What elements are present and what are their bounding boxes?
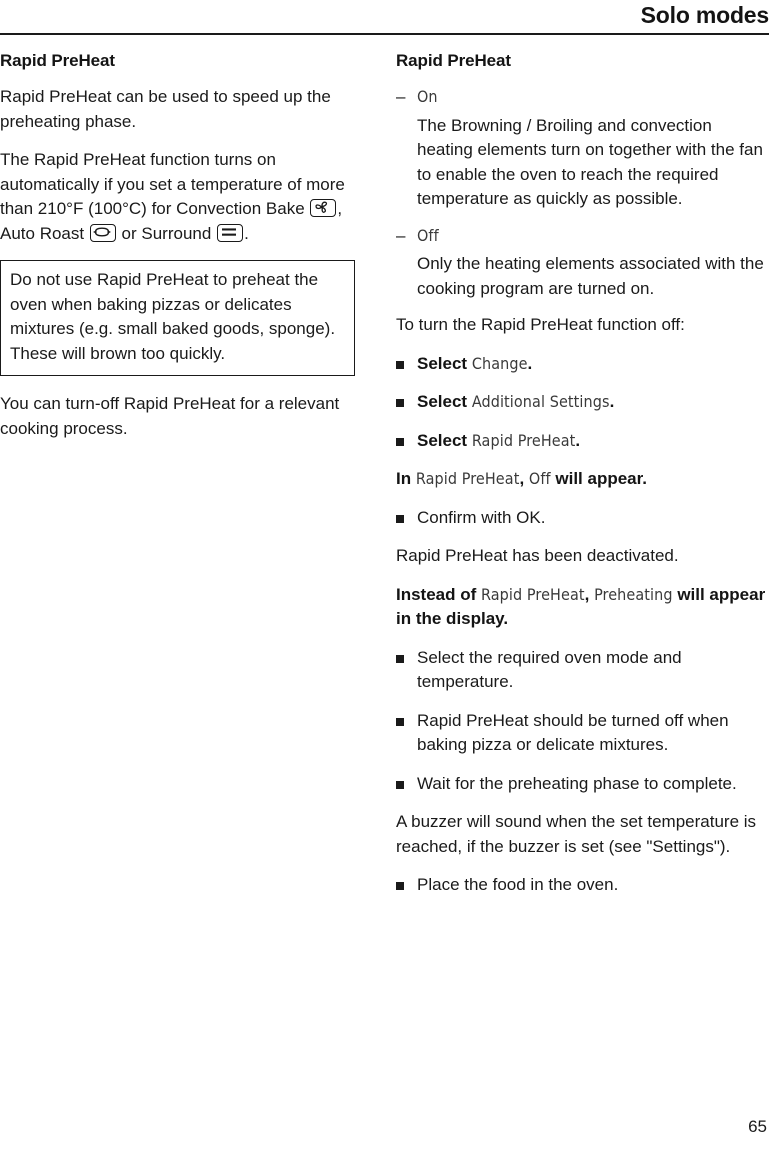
step-select-oven-mode-text: Select the required oven mode and temper… bbox=[417, 647, 682, 692]
mode-option-list: – On The Browning / Broiling and convect… bbox=[396, 85, 769, 301]
step-tail: . bbox=[527, 353, 533, 373]
left-paragraph-2: The Rapid PreHeat function turns on auto… bbox=[0, 148, 355, 246]
square-bullet-icon bbox=[396, 709, 417, 726]
mode-option-off-label: Off bbox=[417, 225, 439, 245]
surround-heat-icon bbox=[217, 223, 244, 242]
page-header: Solo modes bbox=[0, 0, 769, 40]
dash-marker: – bbox=[396, 225, 406, 245]
result-1-bold-1: In bbox=[396, 469, 416, 488]
square-bullet-icon bbox=[396, 390, 417, 407]
ui-label-additional-settings: Additional Settings bbox=[471, 392, 610, 411]
right-section-heading: Rapid PreHeat bbox=[396, 51, 511, 70]
deactivated-message: Rapid PreHeat has been deactivated. bbox=[396, 546, 679, 565]
mode-option-on-label: On bbox=[417, 87, 438, 106]
mode-option-off: – Off Only the heating elements associat… bbox=[396, 224, 769, 302]
step-lead: Select bbox=[417, 353, 472, 373]
square-bullet-icon bbox=[396, 772, 417, 789]
mode-option-off-description: Only the heating elements associated wit… bbox=[417, 254, 764, 298]
result-2-ui-1: Rapid PreHeat bbox=[481, 584, 585, 604]
step-confirm-with-ok: Confirm with OK. bbox=[396, 506, 769, 531]
step-select-additional-settings-text: Select Additional Settings. bbox=[417, 390, 614, 415]
step-select-change-text: Select Change. bbox=[417, 352, 532, 377]
turn-off-intro: To turn the Rapid PreHeat function off: bbox=[396, 315, 685, 334]
result-1-bold-2: , bbox=[519, 469, 529, 488]
buzzer-note: A buzzer will sound when the set tempera… bbox=[396, 812, 757, 856]
step-select-rapid-preheat-text: Select Rapid PreHeat. bbox=[417, 429, 580, 454]
result-1-ui-1: Rapid PreHeat bbox=[415, 469, 520, 488]
left-paragraph-1: Rapid PreHeat can be used to speed up th… bbox=[0, 87, 331, 131]
step-wait-for-preheat-text: Wait for the preheating phase to complet… bbox=[417, 773, 737, 793]
warning-note-text: Do not use Rapid PreHeat to preheat the … bbox=[10, 270, 336, 363]
result-2-bold-2: , bbox=[584, 584, 595, 604]
mode-option-on: – On The Browning / Broiling and convect… bbox=[396, 85, 769, 212]
content-columns: Rapid PreHeat Rapid PreHeat can be used … bbox=[0, 50, 769, 912]
step-place-food-text: Place the food in the oven. bbox=[417, 875, 619, 894]
step-tail: . bbox=[609, 392, 615, 411]
square-bullet-icon bbox=[396, 429, 417, 446]
step-tail: . bbox=[575, 430, 581, 450]
ui-label-rapid-preheat: Rapid PreHeat bbox=[471, 430, 576, 450]
page-number: 65 bbox=[748, 1117, 767, 1136]
result-1-ui-2: Off bbox=[528, 469, 551, 488]
mode-option-on-row: – On bbox=[396, 85, 769, 110]
square-bullet-icon bbox=[396, 873, 417, 890]
result-1-bold-3: will appear. bbox=[550, 469, 648, 488]
left-paragraph-2-part1: The Rapid PreHeat function turns on auto… bbox=[0, 150, 345, 218]
step-select-additional-settings: Select Additional Settings. bbox=[396, 390, 769, 415]
result-line-1: In Rapid PreHeat, Off will appear. bbox=[396, 467, 769, 492]
result-line-2: Instead of Rapid PreHeat, Preheating wil… bbox=[396, 583, 769, 632]
left-paragraph-3: You can turn-off Rapid PreHeat for a rel… bbox=[0, 394, 340, 438]
step-turn-off-for-pizza: Rapid PreHeat should be turned off when … bbox=[396, 709, 769, 758]
warning-note-box: Do not use Rapid PreHeat to preheat the … bbox=[0, 260, 355, 376]
result-2-bold-1: Instead of bbox=[396, 584, 482, 604]
left-paragraph-2-part3: or Surround bbox=[116, 223, 217, 243]
step-select-change: Select Change. bbox=[396, 352, 769, 377]
square-bullet-icon bbox=[396, 506, 417, 523]
right-column: Rapid PreHeat – On The Browning / Broili… bbox=[396, 50, 769, 912]
step-place-food: Place the food in the oven. bbox=[396, 873, 769, 898]
step-confirm-with-ok-text: Confirm with OK. bbox=[417, 507, 546, 527]
step-select-oven-mode: Select the required oven mode and temper… bbox=[396, 646, 769, 695]
step-wait-for-preheat: Wait for the preheating phase to complet… bbox=[396, 772, 769, 797]
square-bullet-icon bbox=[396, 646, 417, 663]
fan-icon bbox=[310, 199, 337, 217]
dash-marker: – bbox=[396, 87, 406, 106]
left-column: Rapid PreHeat Rapid PreHeat can be used … bbox=[0, 50, 373, 912]
step-select-rapid-preheat: Select Rapid PreHeat. bbox=[396, 429, 769, 454]
square-bullet-icon bbox=[396, 352, 417, 369]
left-section-heading: Rapid PreHeat bbox=[0, 51, 115, 70]
header-divider bbox=[0, 33, 769, 35]
mode-option-on-description: The Browning / Broiling and convection h… bbox=[417, 115, 763, 209]
step-turn-off-for-pizza-text: Rapid PreHeat should be turned off when … bbox=[417, 710, 729, 755]
page-title: Solo modes bbox=[640, 2, 769, 28]
ui-label-change: Change bbox=[471, 353, 528, 373]
mode-option-off-row: – Off bbox=[396, 224, 769, 249]
step-lead: Select bbox=[417, 430, 472, 450]
left-paragraph-2-part4: . bbox=[244, 223, 249, 243]
result-2-ui-2: Preheating bbox=[594, 584, 673, 604]
step-lead: Select bbox=[417, 392, 472, 411]
auto-roast-icon bbox=[89, 223, 116, 242]
